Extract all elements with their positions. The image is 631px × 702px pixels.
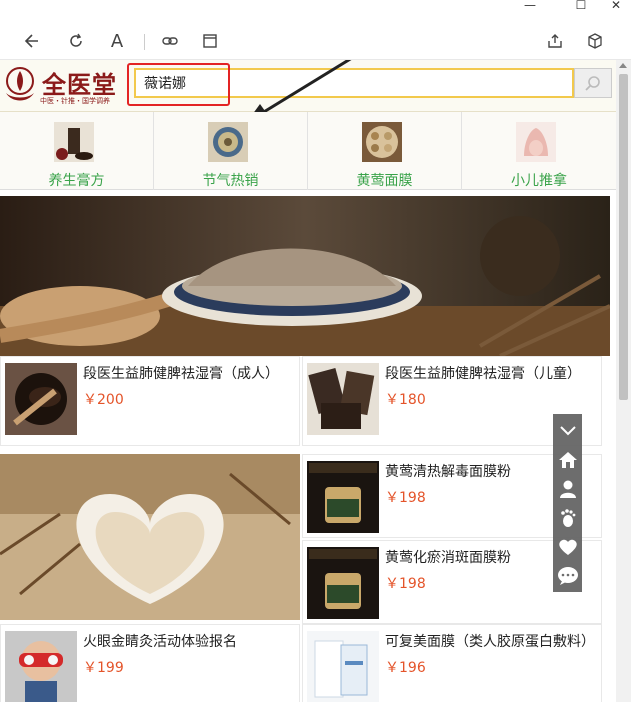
product-title: 可复美面膜（类人胶原蛋白敷料） xyxy=(385,634,595,650)
scroll-up-arrow-icon[interactable] xyxy=(619,63,627,68)
maximize-button[interactable]: ☐ xyxy=(566,0,596,16)
category-label: 养生膏方 xyxy=(48,173,105,189)
back-arrow-icon[interactable] xyxy=(18,28,44,54)
title-bar: — ☐ ✕ xyxy=(0,0,631,22)
banner-image xyxy=(0,196,610,356)
product-card[interactable]: 火眼金睛灸活动体验报名 ￥199 xyxy=(0,624,300,702)
lotus-icon xyxy=(6,67,34,101)
category-item-tuina[interactable]: 小儿推拿 xyxy=(462,112,616,190)
product-card[interactable]: 可复美面膜（类人胶原蛋白敷料） ￥196 xyxy=(302,624,602,702)
promo-image[interactable] xyxy=(0,454,300,620)
browser-toolbar: A xyxy=(0,22,631,60)
category-label: 黄莺面膜 xyxy=(356,173,413,189)
product-thumbnail xyxy=(307,547,379,619)
category-label: 小儿推拿 xyxy=(511,173,567,189)
product-price: ￥180 xyxy=(385,392,426,408)
floating-toolbar xyxy=(553,414,582,592)
category-label: 节气热销 xyxy=(202,173,259,189)
refresh-icon[interactable] xyxy=(63,28,89,54)
highlight-annotation-box xyxy=(127,63,230,106)
chevron-down-icon[interactable] xyxy=(553,416,582,445)
product-title: 黄莺清热解毒面膜粉 xyxy=(385,464,511,480)
minimize-button[interactable]: — xyxy=(515,0,545,16)
logo-title: 全医堂 xyxy=(42,70,117,99)
product-price: ￥196 xyxy=(385,660,426,676)
cube-icon[interactable] xyxy=(582,28,608,54)
product-thumbnail xyxy=(307,363,379,435)
category-item-yangsheng[interactable]: 养生膏方 xyxy=(0,112,154,190)
scroll-thumb[interactable] xyxy=(619,74,628,400)
product-title: 段医生益肺健脾祛湿膏（成人） xyxy=(83,366,279,382)
product-title: 黄莺化瘀消斑面膜粉 xyxy=(385,550,511,566)
category-item-jieqi[interactable]: 节气热销 xyxy=(154,112,308,190)
product-price: ￥198 xyxy=(385,490,426,506)
logo-subtitle: 中医・针推・国学调养 xyxy=(40,97,110,105)
hero-banner[interactable] xyxy=(0,196,610,356)
product-price: ￥200 xyxy=(83,392,124,408)
product-price: ￥199 xyxy=(83,660,124,676)
window-icon[interactable] xyxy=(197,28,223,54)
search-icon xyxy=(585,76,600,91)
chat-icon[interactable] xyxy=(553,561,582,590)
home-icon[interactable] xyxy=(553,445,582,474)
scrollbar[interactable] xyxy=(616,60,631,702)
heart-bowl-image xyxy=(0,454,300,620)
product-thumbnail xyxy=(307,631,379,702)
child-massage-thumbnail xyxy=(516,122,556,162)
product-title: 火眼金睛灸活动体验报名 xyxy=(83,634,237,650)
category-item-huangying[interactable]: 黄莺面膜 xyxy=(308,112,462,190)
web-page: 全医堂 中医・针推・国学调养 养生膏方 节气热销 xyxy=(0,60,616,702)
user-icon[interactable] xyxy=(553,474,582,503)
herbal-paste-thumbnail xyxy=(54,122,94,162)
product-thumbnail xyxy=(5,363,77,435)
face-mask-powder-thumbnail xyxy=(362,122,402,162)
toolbar-divider xyxy=(144,34,145,50)
product-price: ￥198 xyxy=(385,576,426,592)
font-size-button[interactable]: A xyxy=(104,28,130,54)
heart-icon[interactable] xyxy=(553,532,582,561)
share-icon[interactable] xyxy=(542,28,568,54)
product-title: 段医生益肺健脾祛湿膏（儿童） xyxy=(385,366,581,382)
seasonal-herbs-thumbnail xyxy=(208,122,248,162)
close-button[interactable]: ✕ xyxy=(601,0,631,16)
footprint-icon[interactable] xyxy=(553,503,582,532)
search-button[interactable] xyxy=(574,68,612,98)
product-card[interactable]: 段医生益肺健脾祛湿膏（成人） ￥200 xyxy=(0,356,300,446)
product-thumbnail xyxy=(307,461,379,533)
product-thumbnail xyxy=(5,631,77,702)
site-logo[interactable]: 全医堂 中医・针推・国学调养 xyxy=(2,63,122,109)
link-icon[interactable] xyxy=(157,28,183,54)
category-nav: 养生膏方 节气热销 黄莺面膜 小儿推拿 xyxy=(0,112,616,190)
